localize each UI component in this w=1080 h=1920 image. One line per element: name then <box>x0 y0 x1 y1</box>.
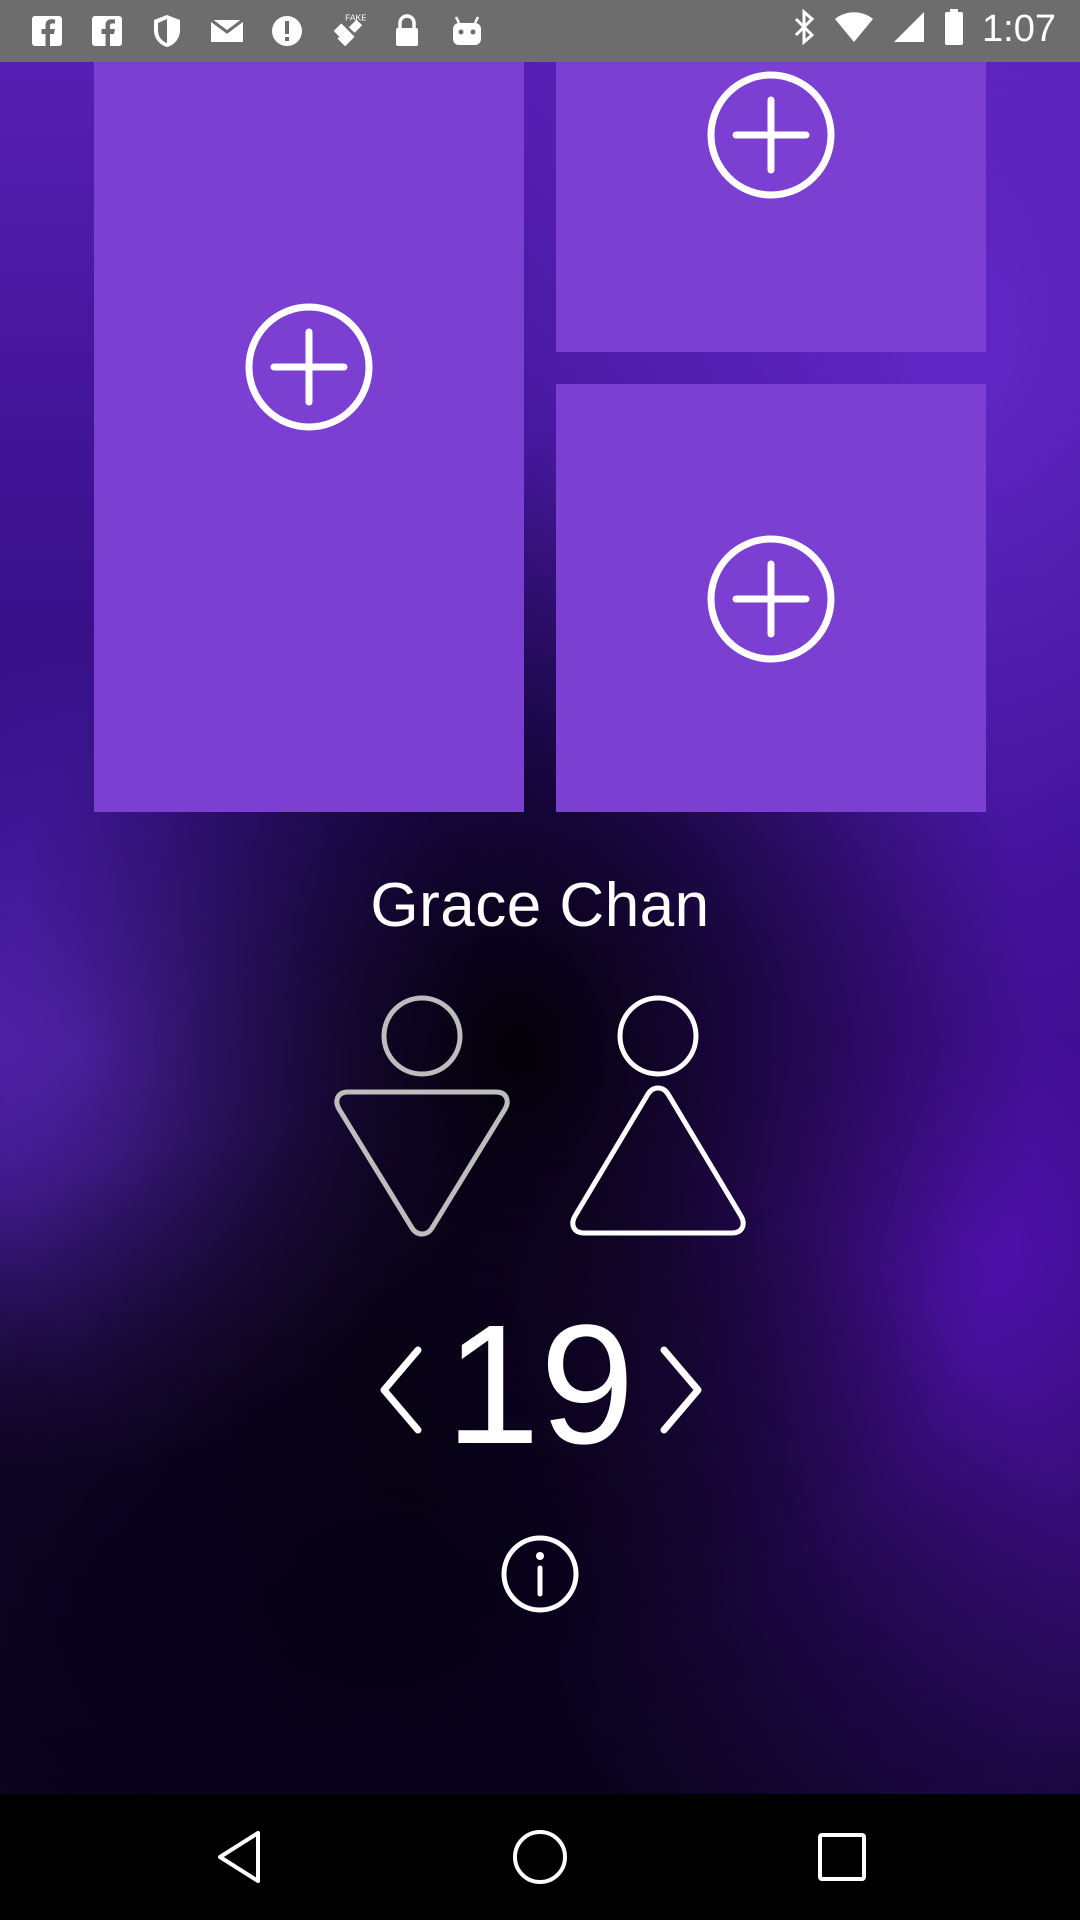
home-circle-icon <box>513 1830 567 1884</box>
male-icon <box>334 995 510 1237</box>
nav-back-button[interactable] <box>210 1827 270 1887</box>
female-icon <box>570 995 746 1236</box>
battery-icon <box>944 8 964 51</box>
lock-icon <box>388 12 426 50</box>
info-button[interactable] <box>500 1534 580 1614</box>
age-decrease-button[interactable] <box>372 1342 432 1438</box>
add-circle-icon <box>707 535 835 663</box>
android-icon <box>448 12 486 50</box>
nav-recent-button[interactable] <box>812 1827 872 1887</box>
chevron-right-icon <box>660 1346 702 1434</box>
age-stepper: 19 <box>360 1290 720 1480</box>
clock: 1:07 <box>982 8 1056 50</box>
add-circle-icon <box>245 303 373 431</box>
gender-male-button[interactable] <box>330 990 514 1250</box>
bluetooth-icon <box>792 8 816 50</box>
recent-square-icon <box>818 1833 866 1881</box>
facebook-icon <box>88 12 126 50</box>
nav-home-button[interactable] <box>510 1827 570 1887</box>
add-photo-tile-top-right[interactable] <box>556 62 986 352</box>
info-icon <box>501 1535 579 1613</box>
wifi-icon <box>834 10 874 49</box>
profile-name: Grace Chan <box>370 871 710 940</box>
navigation-bar <box>0 1794 1080 1920</box>
status-bar: FAKE 1:07 <box>0 0 1080 62</box>
add-photo-tile-main[interactable] <box>94 62 524 812</box>
add-photo-tile-bottom-right[interactable] <box>556 384 986 812</box>
age-increase-button[interactable] <box>650 1342 710 1438</box>
gender-female-button[interactable] <box>566 990 750 1250</box>
svg-text:FAKE: FAKE <box>345 13 366 23</box>
age-value: 19 <box>445 1290 635 1480</box>
facebook-icon <box>28 12 66 50</box>
fake-gps-icon: FAKE <box>328 12 366 50</box>
notification-icons: FAKE <box>28 12 486 50</box>
alert-icon <box>268 12 306 50</box>
chevron-left-icon <box>380 1346 422 1434</box>
system-status: 1:07 <box>792 8 1056 51</box>
back-triangle-icon <box>218 1831 260 1883</box>
shield-icon <box>148 12 186 50</box>
add-circle-icon <box>707 71 835 199</box>
mail-icon <box>208 12 246 50</box>
signal-icon <box>892 10 926 49</box>
